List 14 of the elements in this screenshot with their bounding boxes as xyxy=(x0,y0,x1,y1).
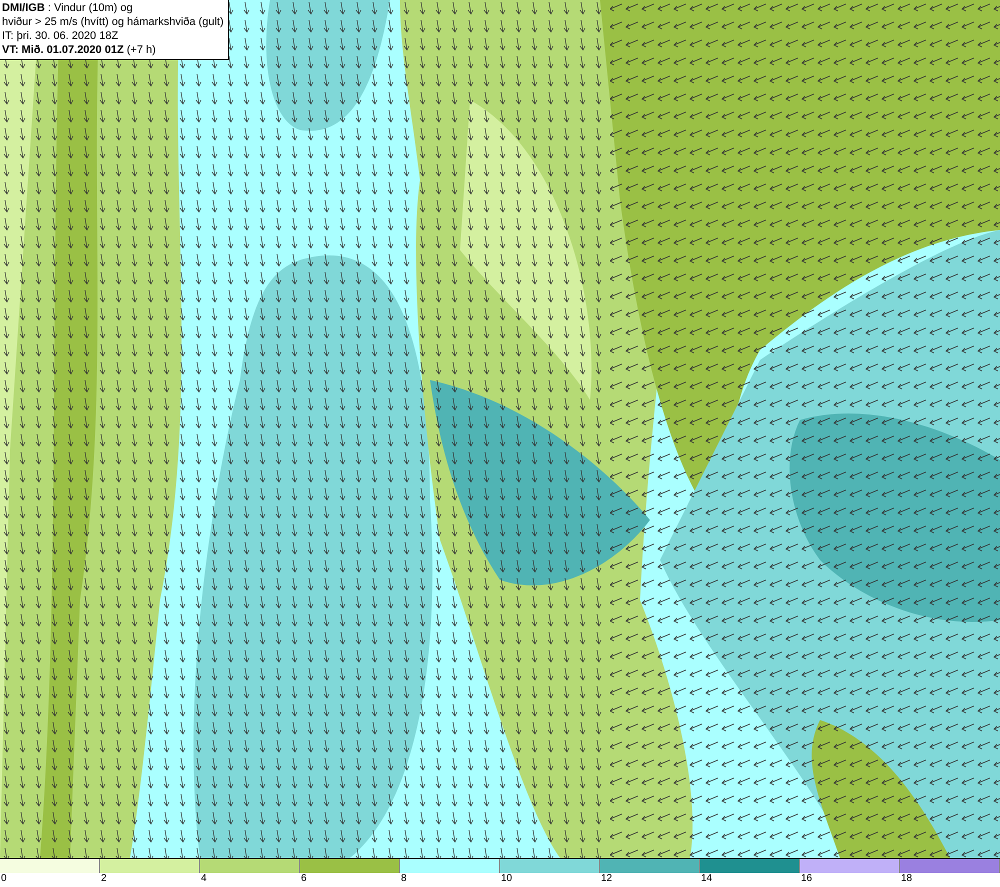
info-text: VT: Mið. 01.07.2020 01Z (+7 h) xyxy=(2,43,157,57)
legend-label: 4 xyxy=(200,873,207,885)
legend-label: 2 xyxy=(100,873,107,885)
legend-label: 16 xyxy=(800,873,812,885)
legend-label: 10 xyxy=(500,873,512,885)
legend-label: 8 xyxy=(400,873,407,885)
legend-label: 0 xyxy=(0,873,7,885)
legend-label: 12 xyxy=(600,873,612,885)
legend-label: 6 xyxy=(300,873,307,885)
info-text: IT: þri. 30. 06. 2020 18Z xyxy=(2,29,120,43)
legend-label: 14 xyxy=(700,873,712,885)
info-text: DMI/IGB : Vindur (10m) og xyxy=(2,1,134,15)
info-text: hviður > 25 m/s (hvítt) og hámarkshviða (gult) xyxy=(2,15,224,29)
legend-label: 18 xyxy=(900,873,912,885)
